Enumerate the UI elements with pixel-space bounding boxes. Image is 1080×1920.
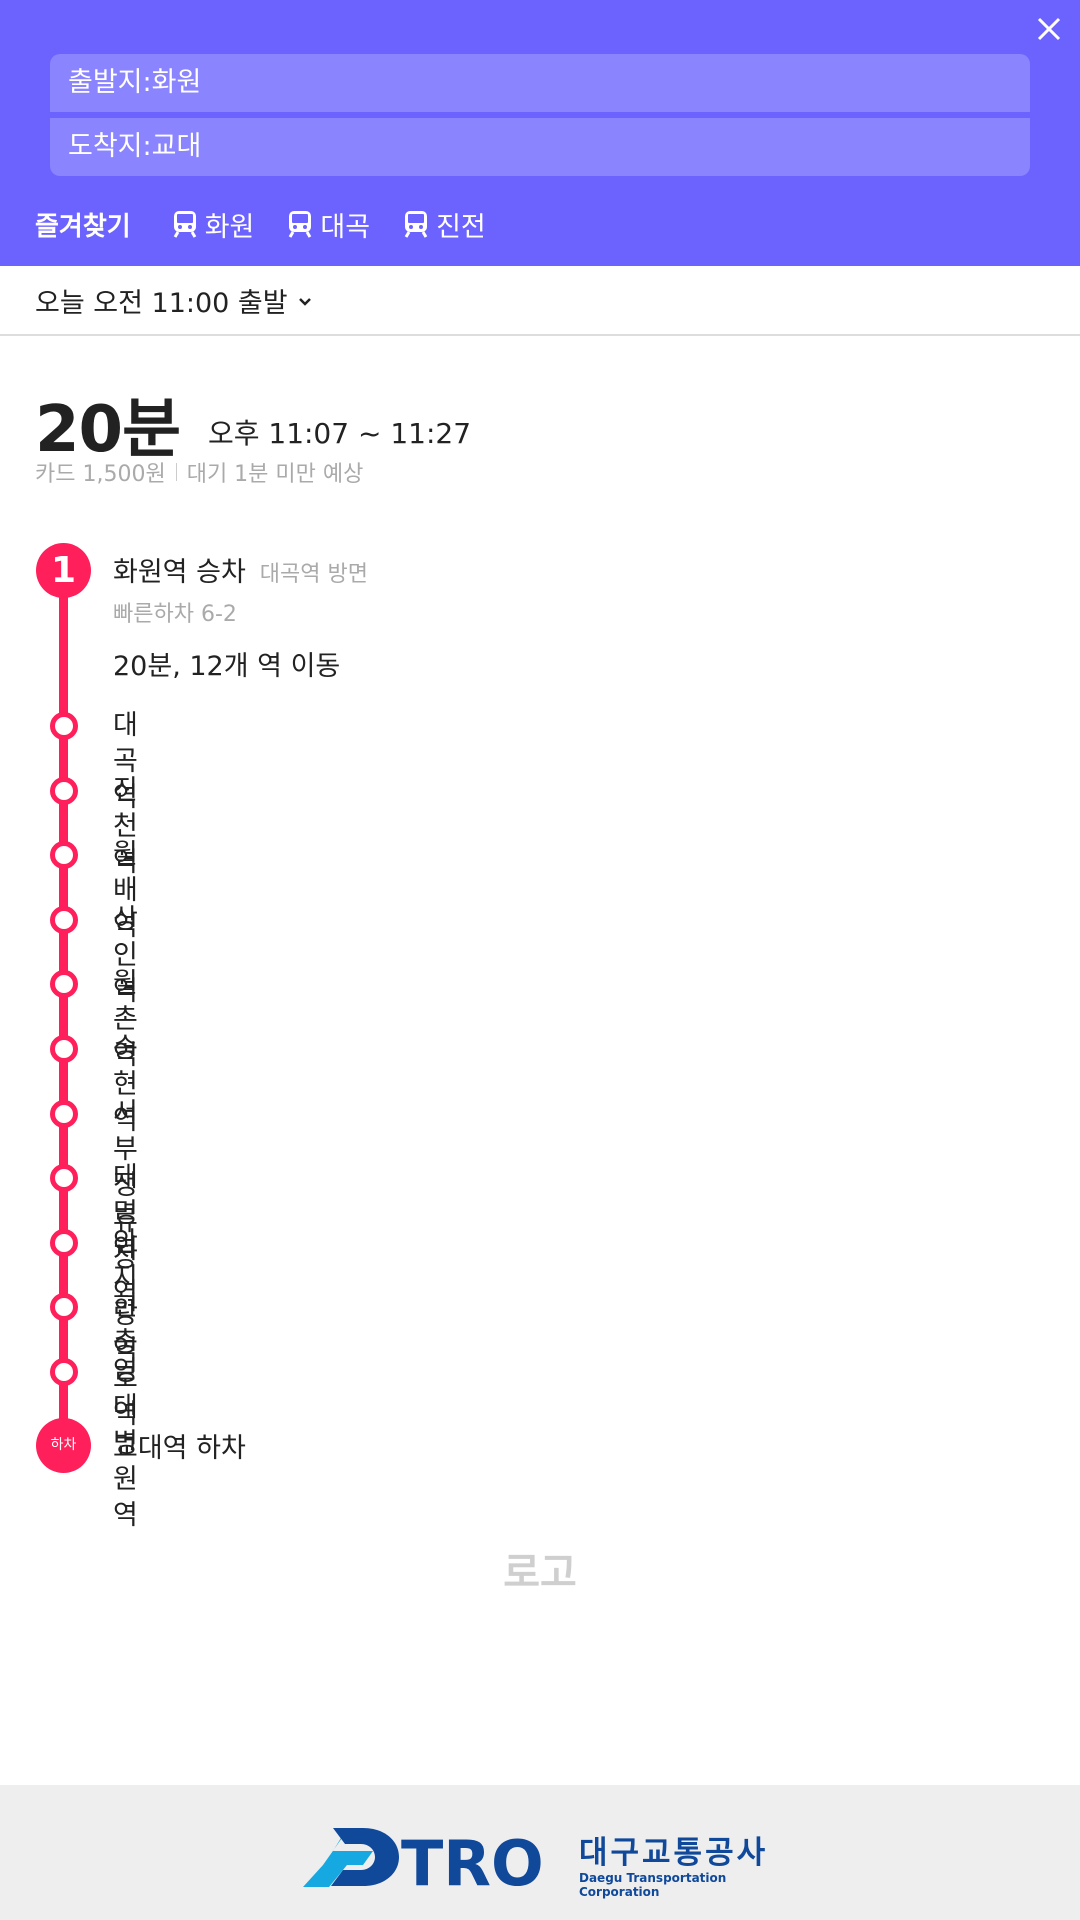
stop-marker: [50, 1164, 78, 1193]
departure-time-selector[interactable]: 오늘 오전 11:00 출발: [0, 266, 1080, 336]
stop-marker: [50, 1099, 78, 1128]
brand-logo: TRO 대구교통공사 Daegu Transportation Corporat…: [303, 1825, 783, 1899]
favorite-label: 대곡: [320, 211, 371, 243]
favorite-label: 진전: [436, 211, 486, 243]
stop-marker: [50, 776, 78, 805]
footer: TRO 대구교통공사 Daegu Transportation Corporat…: [0, 1785, 1080, 1920]
boarding-info: 화원역 승차 대곡역 방면: [113, 550, 368, 589]
wait-text: 대기 1분 미만 예상: [186, 462, 364, 487]
svg-text:TRO: TRO: [401, 1827, 544, 1889]
departure-time-label: 오늘 오전 11:00 출발: [35, 287, 288, 319]
search-header: 출발지:화원 도착지:교대 즐겨찾기 화원 대곡 진전: [0, 0, 1080, 266]
favorites-bar: 즐겨찾기 화원 대곡 진전: [35, 204, 520, 244]
divider: [175, 463, 177, 481]
favorite-item-hwawon[interactable]: 화원: [173, 205, 255, 244]
quick-exit-info: 빠른하차 6-2: [113, 602, 237, 627]
subway-icon: [173, 211, 196, 238]
stop-marker: [50, 1293, 78, 1322]
favorite-item-jinjeon[interactable]: 진전: [404, 205, 486, 244]
favorites-title: 즐겨찾기: [35, 211, 131, 242]
chevron-down-icon: [298, 298, 311, 306]
alight-badge: 하차: [36, 1418, 91, 1473]
favorite-label: 화원: [204, 211, 255, 243]
fare-text: 카드 1,500원: [35, 462, 166, 487]
destination-field[interactable]: 도착지:교대: [50, 118, 1030, 176]
stop-marker: [50, 905, 78, 934]
boarding-station: 화원역 승차: [113, 557, 246, 588]
favorite-item-daegok[interactable]: 대곡: [288, 205, 370, 244]
trip-time-range: 오후 11:07 ~ 11:27: [207, 417, 472, 450]
stop-marker: [50, 1228, 78, 1257]
stop-marker: [50, 841, 78, 870]
move-info: 20분, 12개 역 이동: [113, 651, 341, 682]
stop-marker: [50, 1358, 78, 1386]
brand-english: Daegu Transportation Corporation: [579, 1871, 727, 1899]
stop-marker: [50, 970, 78, 999]
fare-info: 카드 1,500원 대기 1분 미만 예상: [35, 456, 363, 488]
origin-field[interactable]: 출발지:화원: [50, 54, 1030, 112]
logo-placeholder: 로고: [503, 1550, 577, 1596]
close-button[interactable]: [1030, 10, 1068, 48]
stop-marker: [50, 712, 78, 740]
step-number-badge: 1: [36, 543, 91, 598]
close-icon: [1037, 17, 1061, 41]
brand-korean: 대구교통공사: [579, 1835, 769, 1871]
subway-icon: [404, 211, 428, 238]
dtro-logo-icon: TRO: [303, 1827, 544, 1889]
alight-station: 교대역 하차: [113, 1433, 246, 1464]
direction-text: 대곡역 방면: [259, 562, 368, 587]
stop-marker: [50, 1035, 78, 1063]
subway-icon: [289, 211, 312, 238]
